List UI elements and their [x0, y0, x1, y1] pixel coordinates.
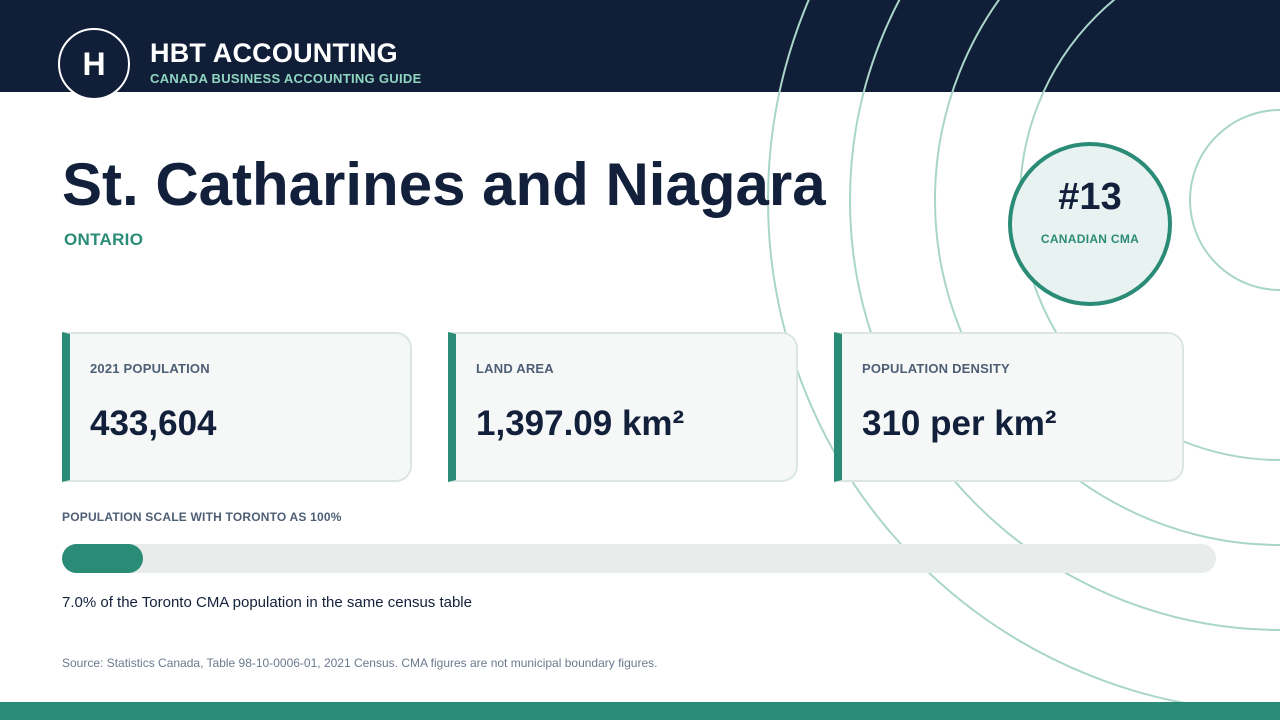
- ring-4: [849, 0, 1280, 631]
- stat-card-density: POPULATION DENSITY 310 per km²: [834, 332, 1184, 482]
- logo-letter: H: [82, 45, 106, 82]
- ring-1: [1189, 109, 1280, 291]
- stat-label: 2021 POPULATION: [90, 361, 210, 376]
- footer-bar: [0, 702, 1280, 720]
- stat-card-land-area: LAND AREA 1,397.09 km²: [448, 332, 798, 482]
- stat-value: 1,397.09 km²: [476, 404, 685, 443]
- brand-subtitle: CANADA BUSINESS ACCOUNTING GUIDE: [150, 71, 422, 86]
- rank-badge: #13 CANADIAN CMA: [1008, 142, 1172, 306]
- province-label: ONTARIO: [64, 230, 144, 249]
- rank-label: CANADIAN CMA: [1040, 232, 1140, 246]
- stat-label: LAND AREA: [476, 361, 554, 376]
- stat-value: 433,604: [90, 404, 217, 443]
- brand-logo: H: [58, 28, 130, 100]
- rank-value: #13: [1058, 176, 1122, 218]
- brand-title: HBT ACCOUNTING: [150, 38, 398, 68]
- scale-label: POPULATION SCALE WITH TORONTO AS 100%: [62, 510, 342, 524]
- scale-note: 7.0% of the Toronto CMA population in th…: [62, 594, 472, 611]
- page-title: St. Catharines and Niagara: [62, 151, 826, 218]
- source-note: Source: Statistics Canada, Table 98-10-0…: [62, 656, 658, 670]
- population-scale-track: [62, 544, 1216, 573]
- stat-label: POPULATION DENSITY: [862, 361, 1010, 376]
- stat-card-population: 2021 POPULATION 433,604: [62, 332, 412, 482]
- population-scale-fill: [62, 544, 143, 573]
- stat-value: 310 per km²: [862, 404, 1057, 443]
